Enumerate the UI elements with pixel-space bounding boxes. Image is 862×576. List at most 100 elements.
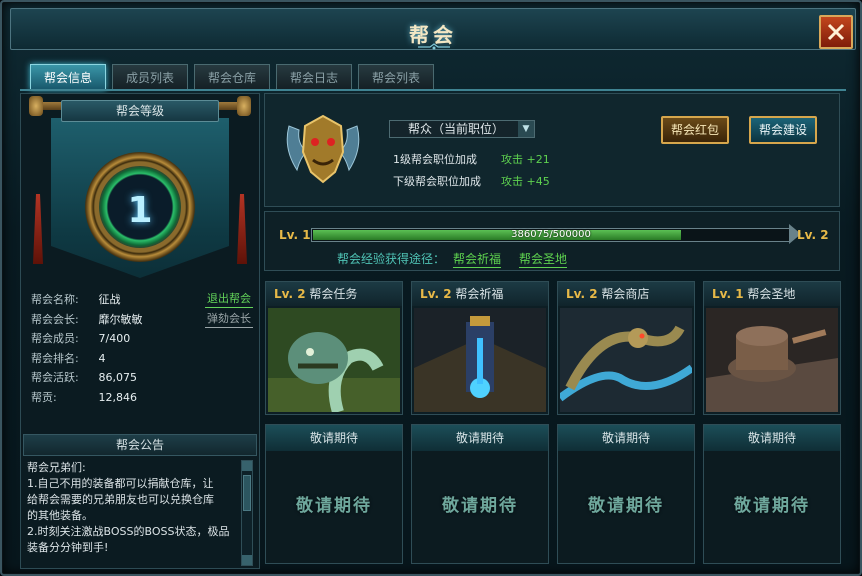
rod-cap-left-icon xyxy=(29,96,43,116)
tab-guild-list[interactable]: 帮会列表 xyxy=(358,64,434,90)
building-header: Lv. 2 帮会祈福 xyxy=(412,282,548,306)
notice-line: 装备分分钟到手! xyxy=(27,541,109,554)
building-guild-holy-land[interactable]: Lv. 1 帮会圣地 xyxy=(703,281,841,415)
building-level: Lv. 2 xyxy=(420,287,452,301)
holy-land-altar-icon xyxy=(706,308,838,412)
guild-leader-value: 靡尔敏敏 xyxy=(98,312,143,326)
next-bonus-value: 攻击 +45 xyxy=(501,175,550,188)
info-row-activity: 帮会活跃: 86,075 xyxy=(31,368,257,388)
rod-cap-right-icon xyxy=(237,96,251,116)
leave-guild-button[interactable]: 退出帮会 xyxy=(205,292,253,308)
info-row-members: 帮会成员: 7/400 xyxy=(31,329,257,349)
red-packet-button[interactable]: 帮会红包 xyxy=(661,116,729,144)
notice-text[interactable]: 帮会兄弟们: 1.自己不用的装备都可以捐献仓库，让 给帮会需要的兄弟朋友也可以兑… xyxy=(25,460,237,566)
info-label: 帮贡: xyxy=(31,390,57,404)
slot-header: 敬请期待 xyxy=(412,425,548,451)
tassel-right-icon xyxy=(237,194,247,264)
dragon-icon xyxy=(560,308,692,412)
building-header: Lv. 1 帮会圣地 xyxy=(704,282,840,306)
notice-line: 的其他装备。 xyxy=(27,509,93,522)
building-guild-blessing[interactable]: Lv. 2 帮会祈福 xyxy=(411,281,549,415)
next-bonus-label: 下级帮会职位加成 xyxy=(393,175,481,188)
building-name: 帮会祈福 xyxy=(455,287,504,301)
guild-level-header: 帮会等级 xyxy=(61,100,219,122)
info-row-contribution: 帮贡: 12,846 xyxy=(31,388,257,408)
exp-next-level: Lv. 2 xyxy=(797,228,829,242)
info-row-rank: 帮会排名: 4 xyxy=(31,349,257,369)
slot-label: 敬请期待 xyxy=(442,496,518,516)
tab-guild-warehouse[interactable]: 帮会仓库 xyxy=(194,64,270,90)
building-header: Lv. 2 帮会商店 xyxy=(558,282,694,306)
guild-window: 帮会 帮会信息 成员列表 帮会仓库 帮会日志 帮会列表 帮会等级 1 帮会名称:… xyxy=(0,0,862,576)
slot-header: 敬请期待 xyxy=(704,425,840,451)
notice-line: 给帮会需要的兄弟朋友也可以兑换仓库 xyxy=(27,493,214,506)
next-bonus: 下级帮会职位加成 攻击 +45 xyxy=(393,173,550,189)
notice-header: 帮会公告 xyxy=(23,434,257,456)
impeach-leader-button[interactable]: 弹劾会长 xyxy=(205,312,253,328)
guild-rank-value: 4 xyxy=(98,351,106,365)
scroll-down-icon[interactable] xyxy=(242,555,252,565)
building-header: Lv. 2 帮会任务 xyxy=(266,282,402,306)
title-bar: 帮会 xyxy=(10,8,856,50)
coming-soon-slot: 敬请期待 敬请期待 xyxy=(703,424,841,564)
guild-contribution-value: 12,846 xyxy=(98,390,138,404)
close-icon xyxy=(827,23,845,41)
tassel-left-icon xyxy=(33,194,43,264)
close-button[interactable] xyxy=(819,15,853,49)
guild-level-banner: 帮会等级 1 xyxy=(21,94,259,280)
level-medal-ring: 1 xyxy=(99,166,181,248)
stone-beast-statue-icon xyxy=(268,308,400,412)
info-label: 帮会会长: xyxy=(31,312,79,326)
building-level: Lv. 2 xyxy=(566,287,598,301)
slot-label: 敬请期待 xyxy=(734,496,810,516)
link-guild-blessing[interactable]: 帮会祈福 xyxy=(453,250,502,268)
info-row-leader: 帮会会长: 靡尔敏敏 弹劾会长 xyxy=(31,310,257,330)
tab-bar: 帮会信息 成员列表 帮会仓库 帮会日志 帮会列表 xyxy=(30,64,434,90)
exp-progress-text: 386075/500000 xyxy=(511,229,591,240)
experience-panel: Lv. 1 386075/500000 Lv. 2 帮会经验获得途径： 帮会祈福… xyxy=(264,211,840,271)
scroll-thumb[interactable] xyxy=(243,475,251,511)
notice-line: 1.自己不用的装备都可以捐献仓库，让 xyxy=(27,477,214,490)
building-level: Lv. 1 xyxy=(712,287,744,301)
left-panel: 帮会等级 1 帮会名称: 征战 退出帮会 帮会会长: 靡尔敏敏 弹劾会长 帮会成… xyxy=(20,93,260,569)
level-medal-icon: 1 xyxy=(85,152,195,262)
info-label: 帮会成员: xyxy=(31,332,79,345)
notice-scrollbar[interactable] xyxy=(241,460,253,566)
position-select[interactable]: 帮众（当前职位） ▼ xyxy=(389,120,535,138)
info-label: 帮会名称: xyxy=(31,293,79,306)
guild-emblem-icon xyxy=(286,114,360,184)
guild-members-value: 7/400 xyxy=(98,332,131,345)
guild-name-value: 征战 xyxy=(98,293,121,306)
chevron-down-icon: ▼ xyxy=(518,121,534,137)
guild-build-button[interactable]: 帮会建设 xyxy=(749,116,817,144)
coming-soon-slot: 敬请期待 敬请期待 xyxy=(557,424,695,564)
current-bonus-label: 1级帮会职位加成 xyxy=(393,153,477,166)
slot-header: 敬请期待 xyxy=(266,425,402,451)
notice-line: 帮会兄弟们: xyxy=(27,461,86,474)
tab-guild-info[interactable]: 帮会信息 xyxy=(30,64,106,90)
building-guild-task[interactable]: Lv. 2 帮会任务 xyxy=(265,281,403,415)
info-row-name: 帮会名称: 征战 退出帮会 xyxy=(31,290,257,310)
guild-info-list: 帮会名称: 征战 退出帮会 帮会会长: 靡尔敏敏 弹劾会长 帮会成员: 7/40… xyxy=(31,290,257,407)
title-ornament-icon xyxy=(418,43,450,50)
guild-activity-value: 86,075 xyxy=(98,371,138,384)
building-name: 帮会圣地 xyxy=(747,287,796,301)
link-guild-holy-land[interactable]: 帮会圣地 xyxy=(519,250,568,268)
slot-label: 敬请期待 xyxy=(588,496,664,516)
position-panel: 帮众（当前职位） ▼ 1级帮会职位加成 攻击 +21 下级帮会职位加成 攻击 +… xyxy=(264,93,840,207)
building-name: 帮会任务 xyxy=(309,287,358,301)
building-guild-shop[interactable]: Lv. 2 帮会商店 xyxy=(557,281,695,415)
guild-level-number: 1 xyxy=(127,190,153,231)
slot-label: 敬请期待 xyxy=(296,496,372,516)
tab-member-list[interactable]: 成员列表 xyxy=(112,64,188,90)
exp-current-level: Lv. 1 xyxy=(279,228,311,242)
building-level: Lv. 2 xyxy=(274,287,306,301)
info-label: 帮会活跃: xyxy=(31,371,79,384)
info-label: 帮会排名: xyxy=(31,351,79,365)
scroll-up-icon[interactable] xyxy=(242,461,252,471)
building-name: 帮会商店 xyxy=(601,287,650,301)
tab-divider xyxy=(20,89,846,91)
coming-soon-slot: 敬请期待 敬请期待 xyxy=(265,424,403,564)
position-select-value: 帮众（当前职位） xyxy=(408,122,505,136)
tab-guild-log[interactable]: 帮会日志 xyxy=(276,64,352,90)
